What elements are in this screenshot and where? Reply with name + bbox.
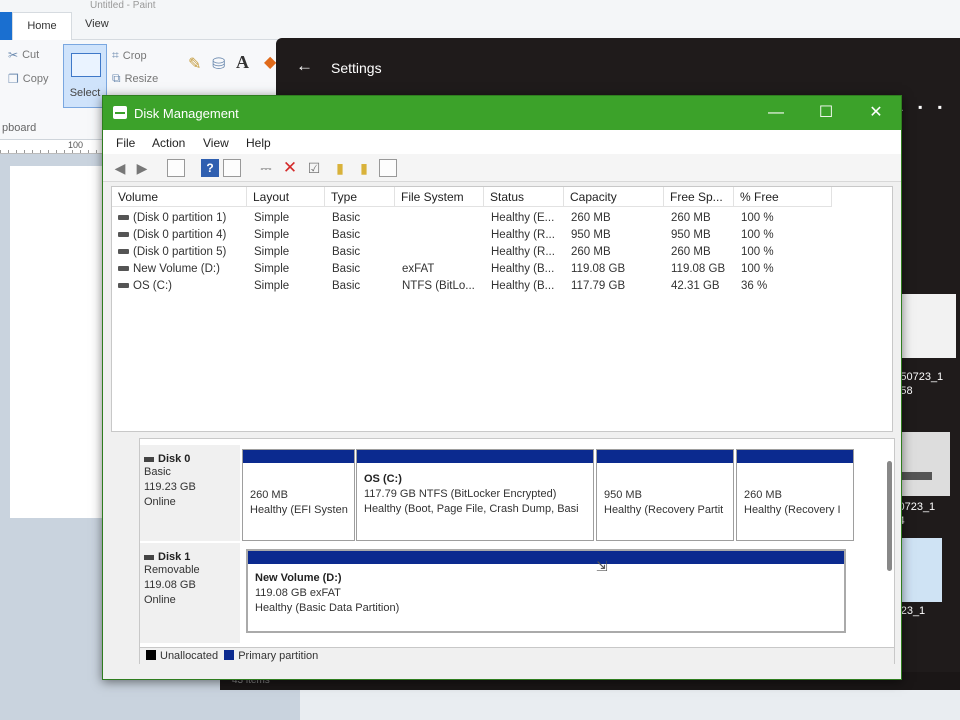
menu-bar: File Action View Help bbox=[103, 130, 901, 154]
volume-icon bbox=[118, 232, 129, 238]
volume-icon bbox=[118, 215, 129, 221]
primary-partition-swatch bbox=[224, 650, 235, 660]
resize-icon: ⧉ bbox=[112, 71, 121, 85]
fill-bucket-icon: ⛁ bbox=[212, 56, 226, 73]
menu-help[interactable]: Help bbox=[246, 136, 271, 150]
disk-icon bbox=[144, 456, 154, 462]
column-percent-free[interactable]: % Free bbox=[734, 187, 832, 207]
select-rectangle-icon bbox=[71, 53, 101, 77]
title-bar[interactable]: Disk Management — ☐ ✕ bbox=[103, 96, 901, 130]
table-row[interactable]: (Disk 0 partition 1) Simple Basic Health… bbox=[112, 210, 832, 227]
folder-icon[interactable]: ▮ bbox=[331, 159, 349, 177]
volume-icon bbox=[118, 266, 129, 272]
copy-button[interactable]: ❐ Copy bbox=[8, 72, 48, 86]
partition-recovery-2[interactable]: 260 MB Healthy (Recovery I bbox=[736, 449, 854, 541]
view-list-icon[interactable] bbox=[379, 159, 397, 177]
eraser-icon: ◆ bbox=[264, 54, 277, 71]
clipboard-group-label: pboard bbox=[2, 122, 37, 134]
console-tree-icon[interactable] bbox=[167, 159, 185, 177]
back-arrow-icon[interactable]: ← bbox=[296, 56, 313, 76]
paint-title: Untitled - Paint bbox=[0, 0, 960, 12]
help-icon[interactable]: ? bbox=[201, 159, 219, 177]
volume-list: Volume Layout Type File System Status Ca… bbox=[111, 186, 893, 432]
paint-file-tab[interactable] bbox=[0, 12, 12, 40]
fill-tool[interactable]: ⛁ bbox=[212, 54, 225, 74]
table-row[interactable]: (Disk 0 partition 5) Simple Basic Health… bbox=[112, 244, 832, 261]
pencil-icon: ✎ bbox=[188, 56, 202, 73]
disk-management-icon bbox=[113, 106, 127, 119]
column-file-system[interactable]: File System bbox=[395, 187, 484, 207]
table-row[interactable]: OS (C:) Simple Basic NTFS (BitLo... Heal… bbox=[112, 278, 832, 295]
primary-partition-bar bbox=[243, 450, 354, 463]
volume-icon bbox=[118, 283, 129, 289]
text-a-icon: A bbox=[236, 52, 249, 72]
window-title: Disk Management bbox=[134, 106, 239, 121]
mouse-cursor-icon: ⇲ bbox=[596, 558, 608, 574]
primary-partition-bar bbox=[357, 450, 593, 463]
paint-tab-bar: Home View bbox=[0, 12, 960, 40]
disk-1-info[interactable]: Disk 1 Removable 119.08 GB Online bbox=[140, 543, 240, 643]
delete-icon[interactable]: ✕ bbox=[281, 159, 299, 177]
cut-button[interactable]: ✂ Cut bbox=[8, 48, 39, 62]
connect-icon[interactable]: ⎓ bbox=[257, 159, 275, 177]
select-button[interactable]: Select bbox=[63, 44, 107, 108]
primary-partition-bar bbox=[737, 450, 853, 463]
table-row[interactable]: (Disk 0 partition 4) Simple Basic Health… bbox=[112, 227, 832, 244]
partition-os-c[interactable]: OS (C:) 117.79 GB NTFS (BitLocker Encryp… bbox=[356, 449, 594, 541]
copy-icon: ❐ bbox=[8, 72, 19, 86]
table-row[interactable]: New Volume (D:) Simple Basic exFAT Healt… bbox=[112, 261, 832, 278]
disk-graphical-view: Disk 0 Basic 119.23 GB Online 260 MB Hea… bbox=[139, 438, 895, 664]
maximize-button[interactable]: ☐ bbox=[811, 101, 841, 125]
disk-management-window: Disk Management — ☐ ✕ File Action View H… bbox=[102, 95, 902, 680]
vertical-scrollbar[interactable] bbox=[887, 461, 892, 571]
paint-tab-view[interactable]: View bbox=[85, 18, 109, 30]
menu-file[interactable]: File bbox=[116, 136, 135, 150]
unallocated-swatch bbox=[146, 650, 156, 660]
partition-efi[interactable]: 260 MB Healthy (EFI Systen bbox=[242, 449, 355, 541]
list-header: Volume Layout Type File System Status Ca… bbox=[112, 187, 832, 207]
partition-recovery-1[interactable]: 950 MB Healthy (Recovery Partit bbox=[596, 449, 734, 541]
menu-view[interactable]: View bbox=[203, 136, 229, 150]
more-options-icon[interactable]: ▴ ▪ ▪ bbox=[897, 100, 948, 114]
pencil-tool[interactable]: ✎ bbox=[188, 54, 201, 74]
primary-partition-bar bbox=[248, 551, 844, 564]
column-capacity[interactable]: Capacity bbox=[564, 187, 664, 207]
column-status[interactable]: Status bbox=[484, 187, 564, 207]
volume-icon bbox=[118, 249, 129, 255]
column-free-space[interactable]: Free Sp... bbox=[664, 187, 734, 207]
disk-0-info[interactable]: Disk 0 Basic 119.23 GB Online bbox=[140, 445, 240, 541]
crop-icon: ⌗ bbox=[112, 48, 119, 62]
column-layout[interactable]: Layout bbox=[247, 187, 325, 207]
partition-new-volume-d[interactable]: New Volume (D:) 119.08 GB exFAT Healthy … bbox=[246, 549, 846, 633]
disk-icon bbox=[144, 554, 154, 560]
search-folder-icon[interactable]: ▮ bbox=[355, 159, 373, 177]
resize-button[interactable]: ⧉ Resize bbox=[112, 71, 158, 86]
close-button[interactable]: ✕ bbox=[861, 101, 891, 125]
eraser-tool[interactable]: ◆ bbox=[264, 52, 276, 72]
paint-tab-home[interactable]: Home bbox=[12, 12, 72, 40]
settings-title: Settings bbox=[331, 60, 382, 76]
text-tool[interactable]: A bbox=[236, 52, 249, 73]
properties-icon[interactable] bbox=[223, 159, 241, 177]
forward-icon[interactable]: ▶ bbox=[133, 159, 151, 177]
toolbar: ◀ ▶ ? ⎓ ✕ ☑ ▮ ▮ bbox=[103, 154, 901, 182]
minimize-button[interactable]: — bbox=[761, 101, 791, 125]
scissors-icon: ✂ bbox=[8, 48, 19, 62]
column-volume[interactable]: Volume bbox=[112, 187, 247, 207]
primary-partition-bar bbox=[597, 450, 733, 463]
menu-action[interactable]: Action bbox=[152, 136, 185, 150]
legend: Unallocated Primary partition bbox=[140, 647, 894, 664]
back-icon[interactable]: ◀ bbox=[111, 159, 129, 177]
check-icon[interactable]: ☑ bbox=[305, 159, 323, 177]
column-type[interactable]: Type bbox=[325, 187, 395, 207]
crop-button[interactable]: ⌗ Crop bbox=[112, 48, 147, 63]
